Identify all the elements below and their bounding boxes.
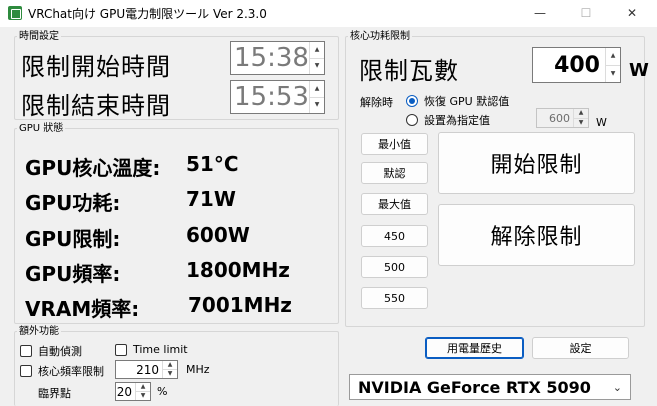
spin-up-icon[interactable]: ▲	[605, 48, 620, 66]
restore-default-label: 恢復 GPU 默認值	[424, 95, 510, 108]
spin-up-icon[interactable]: ▲	[309, 42, 324, 59]
stop-limit-button[interactable]: 解除限制	[438, 204, 635, 266]
start-time-label: 限制開始時間	[21, 53, 171, 81]
close-button[interactable]: ✕	[609, 0, 655, 27]
checkbox-box[interactable]	[115, 343, 127, 356]
preset-500-button[interactable]: 500	[361, 256, 428, 278]
minimize-button[interactable]: —	[517, 0, 563, 27]
core-freq-unit: MHz	[186, 363, 210, 376]
power-limit-legend: 核心功耗限制	[350, 31, 410, 42]
core-freq-value[interactable]: 210	[136, 361, 159, 378]
core-freq-checkbox[interactable]: 核心頻率限制	[20, 363, 104, 379]
gpu-temp-label: GPU核心溫度:	[25, 156, 161, 180]
spin-up-icon[interactable]: ▲	[309, 81, 324, 98]
time-settings-legend: 時間設定	[19, 31, 59, 42]
gpu-select[interactable]: NVIDIA GeForce RTX 5090 ⌄	[349, 374, 631, 400]
set-specified-label: 設置為指定值	[424, 114, 490, 127]
release-label: 解除時	[360, 96, 393, 109]
checkbox-box[interactable]	[20, 365, 32, 377]
settings-button[interactable]: 設定	[532, 337, 629, 359]
threshold-spinner[interactable]: 20 ▲ ▼	[115, 382, 151, 401]
threshold-label: 臨界點	[38, 387, 71, 400]
threshold-value[interactable]: 20	[117, 383, 132, 400]
gpu-limit-label: GPU限制:	[25, 227, 121, 251]
watt-unit: W	[629, 60, 649, 81]
core-freq-label: 核心頻率限制	[38, 365, 104, 378]
gpu-temp-value: 51°C	[186, 152, 239, 176]
chevron-down-icon[interactable]: ⌄	[613, 381, 622, 394]
watt-spinner[interactable]: 400 ▲ ▼	[532, 47, 621, 83]
time-limit-label: Time limit	[133, 343, 188, 356]
preset-550-button[interactable]: 550	[361, 287, 428, 309]
preset-min-button[interactable]: 最小值	[361, 133, 428, 155]
specified-unit: W	[596, 116, 607, 129]
extra-features-legend: 額外功能	[19, 326, 59, 337]
gpu-power-value: 71W	[186, 187, 236, 211]
spin-down-icon[interactable]: ▼	[573, 118, 588, 127]
spin-down-icon[interactable]: ▼	[162, 370, 177, 378]
spin-down-icon[interactable]: ▼	[135, 392, 150, 400]
end-time-spinner[interactable]: 15:53 ▲ ▼	[230, 80, 325, 114]
radio-dot[interactable]	[406, 95, 418, 107]
specified-value[interactable]: 600	[549, 109, 570, 127]
checkbox-box[interactable]	[20, 345, 32, 357]
gpu-power-label: GPU功耗:	[25, 191, 121, 215]
preset-default-button[interactable]: 默認	[361, 162, 428, 184]
end-time-value[interactable]: 15:53	[234, 81, 309, 113]
time-limit-checkbox[interactable]: Time limit	[115, 343, 188, 356]
spin-up-icon[interactable]: ▲	[573, 109, 588, 119]
app-icon	[8, 6, 22, 20]
spin-down-icon[interactable]: ▼	[605, 65, 620, 82]
maximize-button[interactable]: ☐	[563, 0, 609, 27]
vram-clock-label: VRAM頻率:	[25, 297, 140, 321]
gpu-clock-label: GPU頻率:	[25, 262, 121, 286]
auto-detect-checkbox[interactable]: 自動偵測	[20, 343, 82, 359]
window-title: VRChat向け GPU電力制限ツール Ver 2.3.0	[28, 7, 267, 21]
start-limit-button[interactable]: 開始限制	[438, 132, 635, 194]
spin-up-icon[interactable]: ▲	[135, 383, 150, 392]
title-bar[interactable]: VRChat向け GPU電力制限ツール Ver 2.3.0 — ☐ ✕	[0, 0, 657, 27]
gpu-status-legend: GPU 狀態	[19, 123, 64, 134]
preset-450-button[interactable]: 450	[361, 225, 428, 247]
gpu-select-value: NVIDIA GeForce RTX 5090	[358, 377, 591, 397]
threshold-unit: %	[157, 385, 168, 398]
watt-value[interactable]: 400	[554, 48, 600, 82]
start-time-spinner[interactable]: 15:38 ▲ ▼	[230, 41, 325, 75]
preset-max-button[interactable]: 最大值	[361, 193, 428, 215]
end-time-label: 限制結束時間	[21, 92, 171, 120]
vram-clock-value: 7001MHz	[188, 293, 292, 317]
set-specified-radio[interactable]: 設置為指定值	[406, 112, 490, 128]
gpu-clock-value: 1800MHz	[186, 258, 290, 282]
gpu-limit-value: 600W	[186, 223, 250, 247]
start-time-value[interactable]: 15:38	[234, 42, 309, 74]
core-freq-spinner[interactable]: 210 ▲ ▼	[115, 360, 178, 379]
restore-default-radio[interactable]: 恢復 GPU 默認值	[406, 93, 509, 109]
specified-value-spinner[interactable]: 600 ▲ ▼	[536, 108, 589, 128]
spin-up-icon[interactable]: ▲	[162, 361, 177, 370]
watt-label: 限制瓦數	[359, 57, 459, 85]
power-history-button[interactable]: 用電量歷史	[425, 337, 524, 359]
spin-down-icon[interactable]: ▼	[309, 97, 324, 113]
radio-dot[interactable]	[406, 114, 418, 126]
spin-down-icon[interactable]: ▼	[309, 58, 324, 74]
auto-detect-label: 自動偵測	[38, 345, 82, 358]
